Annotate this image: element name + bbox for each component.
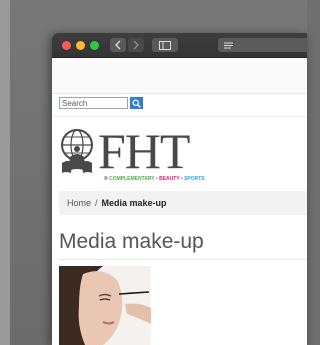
tagline-sports: SPORTS (184, 176, 205, 182)
divider (59, 259, 307, 260)
tagline-complementary: COMPLEMENTARY (109, 176, 155, 182)
search-icon (132, 99, 141, 108)
sidebar-icon (159, 40, 171, 50)
site-logo[interactable]: FHT (98, 126, 190, 176)
site-top-bar (52, 58, 307, 94)
sidebar-toggle-button[interactable] (152, 38, 178, 52)
page-title: Media make-up (59, 230, 204, 253)
breadcrumb-separator: / (95, 198, 98, 208)
chevron-right-icon (133, 40, 139, 50)
divider (52, 116, 307, 117)
chevron-left-icon (115, 40, 121, 50)
breadcrumb-home-link[interactable]: Home (67, 198, 91, 208)
web-page: Search FHT ® COMPLEMENTARY • BEAUTY • SP… (52, 58, 307, 345)
forward-button[interactable] (128, 38, 144, 52)
breadcrumb: Home / Media make-up (59, 191, 307, 215)
breadcrumb-current: Media make-up (101, 198, 167, 208)
globe-figure-icon[interactable] (58, 127, 96, 175)
search-button[interactable] (130, 97, 143, 109)
registered-mark: ® (104, 176, 108, 182)
desktop-background-edge (0, 0, 10, 345)
tagline-beauty: BEAUTY (159, 176, 180, 182)
back-button[interactable] (110, 38, 126, 52)
close-window-button[interactable] (62, 41, 71, 50)
search-input[interactable]: Search (59, 97, 128, 109)
minimize-window-button[interactable] (76, 41, 85, 50)
address-bar[interactable] (218, 38, 307, 52)
zoom-window-button[interactable] (90, 41, 99, 50)
logo-tagline: ® COMPLEMENTARY • BEAUTY • SPORTS (104, 176, 205, 182)
browser-toolbar (52, 33, 307, 58)
browser-window: Search FHT ® COMPLEMENTARY • BEAUTY • SP… (52, 33, 307, 345)
make-up-photo (59, 266, 151, 345)
reader-icon (224, 42, 233, 48)
